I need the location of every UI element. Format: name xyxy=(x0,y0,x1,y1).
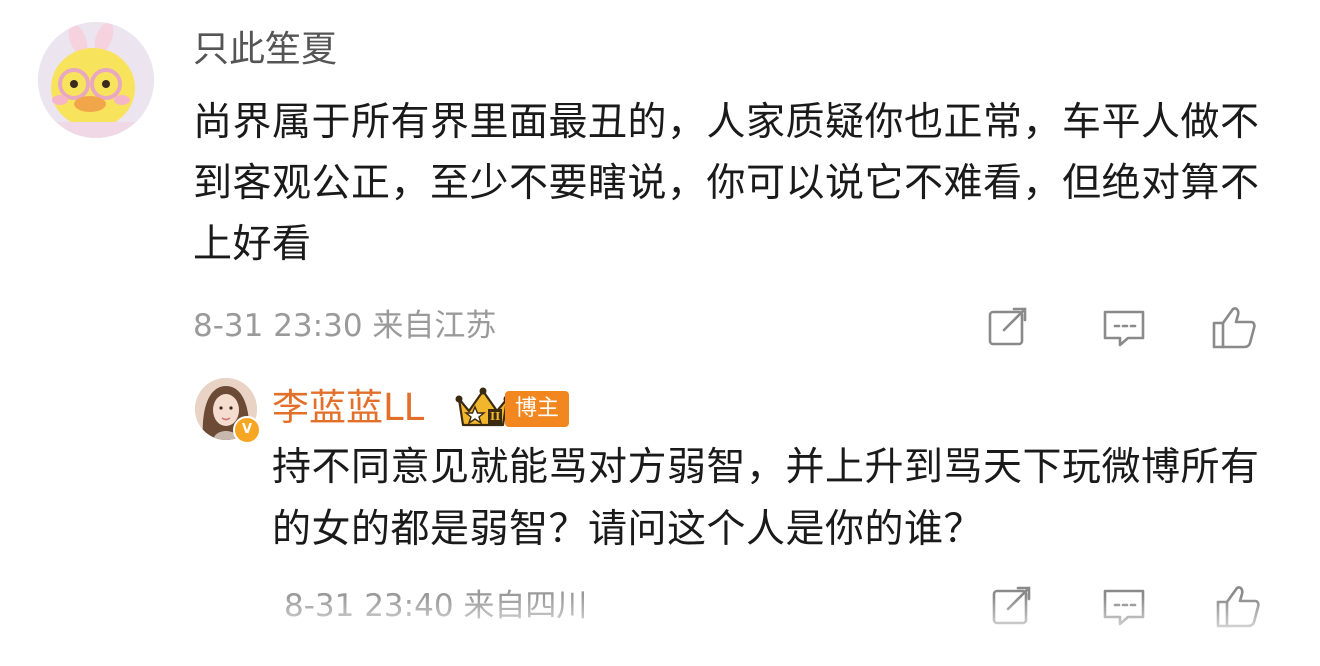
reply-text: 持不同意见就能骂对方弱智，并上升到骂天下玩微博所有的女的都是弱智？请问这个人是你… xyxy=(272,445,1260,552)
verified-badge-icon: V xyxy=(233,416,261,444)
comment-icon[interactable] xyxy=(1100,303,1148,351)
reply-actions xyxy=(988,582,1278,630)
comment-meta: 8-31 23:30 来自江苏 xyxy=(193,308,497,344)
comment-thread: 只此笙夏 尚界属于所有界里面最丑的，人家质疑你也正常，车平人做不到客观公正，至少… xyxy=(0,0,1320,666)
woman-avatar-icon[interactable]: V xyxy=(195,378,261,444)
comment-actions xyxy=(984,303,1274,351)
crown-level: II xyxy=(490,410,501,423)
username[interactable]: 只此笙夏 xyxy=(193,27,337,73)
blogger-badge: 博主 xyxy=(505,391,570,427)
like-icon[interactable] xyxy=(1210,303,1258,351)
duck-avatar-icon[interactable] xyxy=(38,22,154,138)
reply-meta: 8-31 23:40 来自四川 xyxy=(284,588,588,624)
comment-text: 尚界属于所有界里面最丑的，人家质疑你也正常，车平人做不到客观公正，至少不要瞎说，… xyxy=(193,100,1260,267)
crown-icon: II xyxy=(455,385,511,431)
comment-icon[interactable] xyxy=(1100,582,1148,630)
reply-username[interactable]: 李蓝蓝LL xyxy=(272,385,424,431)
like-icon[interactable] xyxy=(1214,582,1262,630)
share-icon[interactable] xyxy=(988,582,1036,630)
share-icon[interactable] xyxy=(984,303,1032,351)
